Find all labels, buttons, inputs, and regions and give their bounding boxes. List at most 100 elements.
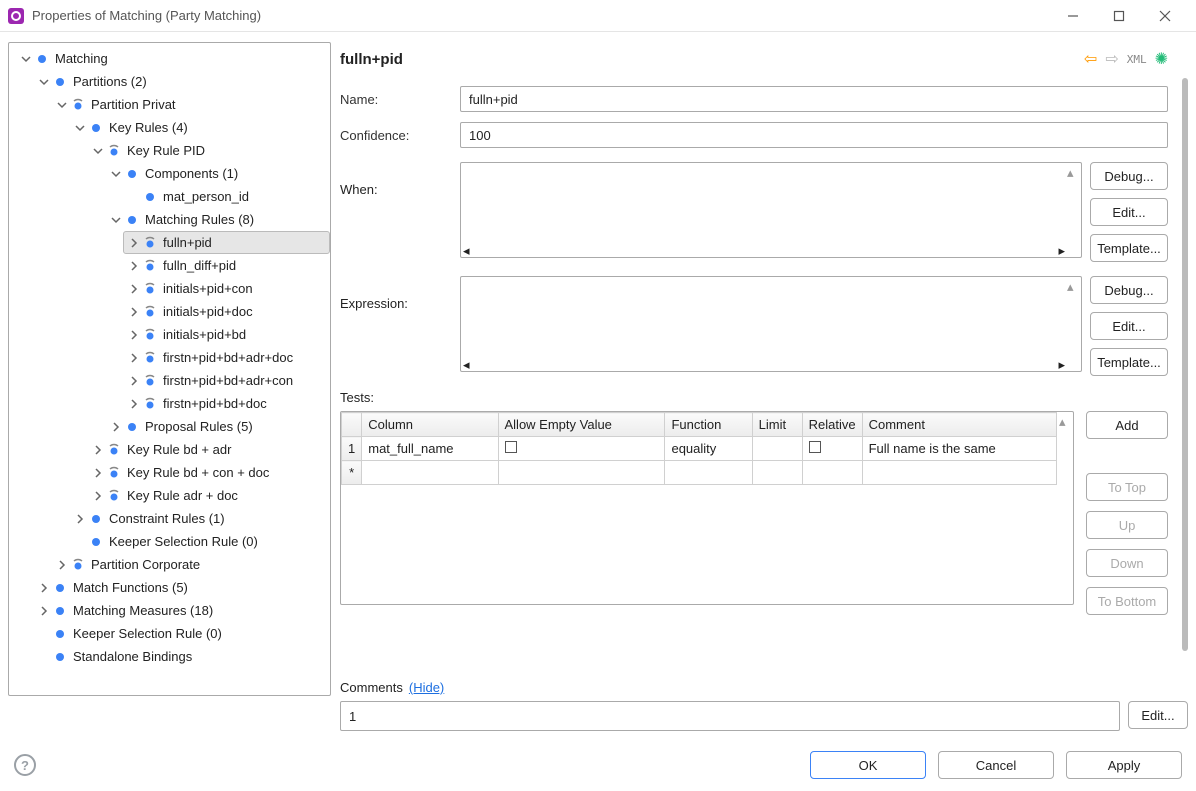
tree-matching[interactable]: Matching — [15, 47, 330, 70]
confidence-input[interactable] — [460, 122, 1168, 148]
chevron-down-icon[interactable] — [91, 144, 105, 158]
chevron-right-icon[interactable] — [91, 466, 105, 480]
checkbox-icon[interactable] — [505, 441, 517, 453]
col-function[interactable]: Function — [665, 413, 752, 437]
minimize-button[interactable] — [1050, 1, 1096, 31]
tree-proposal-rules[interactable]: Proposal Rules (5) — [105, 415, 330, 438]
chevron-right-icon[interactable] — [127, 236, 141, 250]
table-row[interactable]: 1 mat_full_name equality Full name is th… — [342, 437, 1057, 461]
chevron-right-icon[interactable] — [127, 305, 141, 319]
scroll-up-icon[interactable]: ▴ — [1067, 279, 1079, 291]
expr-debug-button[interactable]: Debug... — [1090, 276, 1168, 304]
tree-rule-fulln-pid[interactable]: fulln+pid — [123, 231, 330, 254]
tree-key-rule-bd-adr[interactable]: Key Rule bd + adr — [87, 438, 330, 461]
scroll-up-icon[interactable]: ▴ — [1067, 165, 1079, 177]
checkbox-icon[interactable] — [809, 441, 821, 453]
chevron-right-icon[interactable] — [109, 420, 123, 434]
tree-components[interactable]: Components (1) — [105, 162, 330, 185]
chevron-right-icon[interactable] — [37, 604, 51, 618]
close-button[interactable] — [1142, 1, 1188, 31]
expr-template-button[interactable]: Template... — [1090, 348, 1168, 376]
chevron-down-icon[interactable] — [55, 98, 69, 112]
chevron-down-icon[interactable] — [109, 167, 123, 181]
when-textarea[interactable]: ▴ ◂ ▸ — [460, 162, 1082, 258]
chevron-right-icon[interactable] — [127, 259, 141, 273]
tree-rule-item[interactable]: initials+pid+con — [123, 277, 330, 300]
col-allow-empty[interactable]: Allow Empty Value — [498, 413, 665, 437]
to-bottom-button[interactable]: To Bottom — [1086, 587, 1168, 615]
help-icon[interactable]: ? — [14, 754, 36, 776]
tree-key-rule-bd-con-doc[interactable]: Key Rule bd + con + doc — [87, 461, 330, 484]
tree-rule-item[interactable]: fulln_diff+pid — [123, 254, 330, 277]
up-button[interactable]: Up — [1086, 511, 1168, 539]
tree-keeper-selection-2[interactable]: Keeper Selection Rule (0) — [33, 622, 330, 645]
scroll-up-icon[interactable]: ▴ — [1059, 414, 1071, 426]
comments-input[interactable] — [340, 701, 1120, 731]
when-debug-button[interactable]: Debug... — [1090, 162, 1168, 190]
down-button[interactable]: Down — [1086, 549, 1168, 577]
tree-key-rules[interactable]: Key Rules (4) — [69, 116, 330, 139]
chevron-down-icon[interactable] — [19, 52, 33, 66]
chevron-right-icon[interactable] — [127, 328, 141, 342]
tree-rule-item[interactable]: initials+pid+bd — [123, 323, 330, 346]
tree-rule-item[interactable]: firstn+pid+bd+adr+doc — [123, 346, 330, 369]
apply-button[interactable]: Apply — [1066, 751, 1182, 779]
tree-keeper-selection[interactable]: Keeper Selection Rule (0) — [69, 530, 330, 553]
chevron-right-icon[interactable] — [127, 282, 141, 296]
when-template-button[interactable]: Template... — [1090, 234, 1168, 262]
col-column[interactable]: Column — [362, 413, 498, 437]
bug-icon[interactable]: ✺ — [1155, 49, 1168, 69]
table-new-row[interactable]: * — [342, 461, 1057, 485]
tree-rule-item[interactable]: initials+pid+doc — [123, 300, 330, 323]
cell-relative[interactable] — [802, 437, 862, 461]
cell-allow-empty[interactable] — [498, 437, 665, 461]
tree-mat-person-id[interactable]: mat_person_id — [123, 185, 330, 208]
forward-arrow-icon[interactable]: ⇨ — [1105, 49, 1118, 69]
cancel-button[interactable]: Cancel — [938, 751, 1054, 779]
tree-matching-rules[interactable]: Matching Rules (8) — [105, 208, 330, 231]
chevron-right-icon[interactable] — [73, 512, 87, 526]
panel-scrollbar[interactable] — [1182, 78, 1188, 651]
chevron-right-icon[interactable] — [127, 397, 141, 411]
tree-rule-item[interactable]: firstn+pid+bd+doc — [123, 392, 330, 415]
chevron-right-icon[interactable] — [127, 374, 141, 388]
tree-rule-item[interactable]: firstn+pid+bd+adr+con — [123, 369, 330, 392]
add-button[interactable]: Add — [1086, 411, 1168, 439]
cell-limit[interactable] — [752, 437, 802, 461]
hide-comments-link[interactable]: (Hide) — [409, 680, 444, 695]
tree-match-functions[interactable]: Match Functions (5) — [33, 576, 330, 599]
back-arrow-icon[interactable]: ⇦ — [1084, 49, 1097, 69]
to-top-button[interactable]: To Top — [1086, 473, 1168, 501]
tree-key-rule-pid[interactable]: Key Rule PID — [87, 139, 330, 162]
chevron-right-icon[interactable] — [91, 489, 105, 503]
scroll-right-icon[interactable]: ▸ — [1058, 357, 1065, 369]
tree-matching-measures[interactable]: Matching Measures (18) — [33, 599, 330, 622]
cell-column[interactable]: mat_full_name — [362, 437, 498, 461]
chevron-right-icon[interactable] — [91, 443, 105, 457]
tree-key-rule-adr-doc[interactable]: Key Rule adr + doc — [87, 484, 330, 507]
tests-table[interactable]: ▴ Column Allow Empty Value Function Limi… — [340, 411, 1074, 605]
expr-edit-button[interactable]: Edit... — [1090, 312, 1168, 340]
col-relative[interactable]: Relative — [802, 413, 862, 437]
cell-comment[interactable]: Full name is the same — [862, 437, 1056, 461]
scroll-left-icon[interactable]: ◂ — [463, 243, 470, 255]
tree-panel[interactable]: Matching Partitions (2) — [8, 42, 331, 696]
tree-partitions[interactable]: Partitions (2) — [33, 70, 330, 93]
cell-function[interactable]: equality — [665, 437, 752, 461]
comments-edit-button[interactable]: Edit... — [1128, 701, 1188, 729]
scroll-left-icon[interactable]: ◂ — [463, 357, 470, 369]
chevron-right-icon[interactable] — [37, 581, 51, 595]
chevron-down-icon[interactable] — [37, 75, 51, 89]
xml-button[interactable]: XML — [1127, 53, 1147, 66]
chevron-right-icon[interactable] — [127, 351, 141, 365]
scroll-right-icon[interactable]: ▸ — [1058, 243, 1065, 255]
col-comment[interactable]: Comment — [862, 413, 1056, 437]
name-input[interactable] — [460, 86, 1168, 112]
expression-textarea[interactable]: ▴ ◂ ▸ — [460, 276, 1082, 372]
tree-constraint-rules[interactable]: Constraint Rules (1) — [69, 507, 330, 530]
chevron-down-icon[interactable] — [109, 213, 123, 227]
when-edit-button[interactable]: Edit... — [1090, 198, 1168, 226]
chevron-right-icon[interactable] — [55, 558, 69, 572]
col-limit[interactable]: Limit — [752, 413, 802, 437]
chevron-down-icon[interactable] — [73, 121, 87, 135]
